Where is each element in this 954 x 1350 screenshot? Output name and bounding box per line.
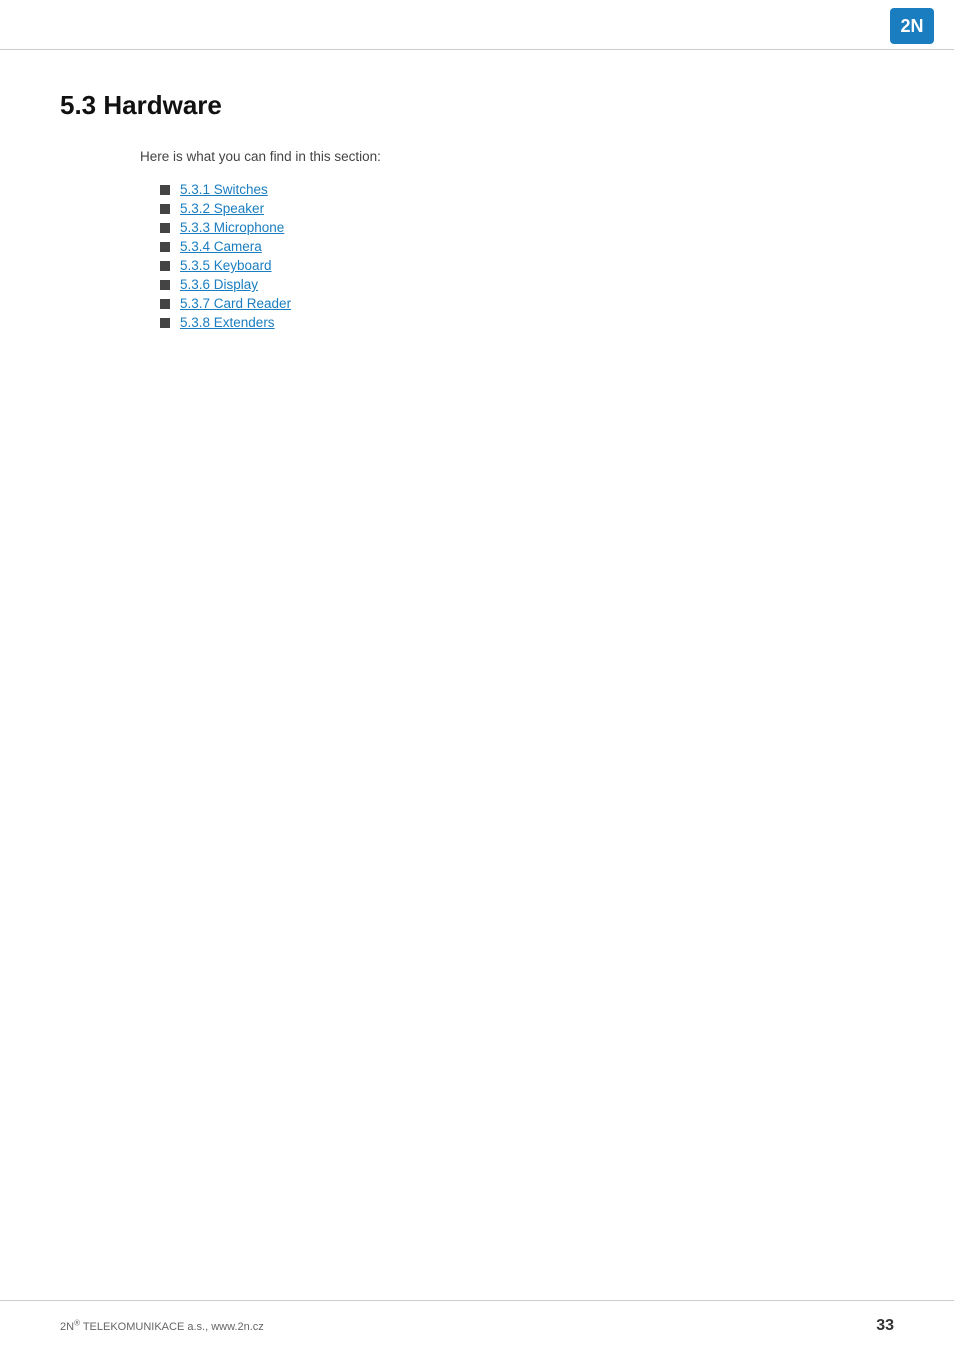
page-number: 33 <box>876 1317 894 1335</box>
footer-brand: 2N® TELEKOMUNIKACE a.s., www.2n.cz <box>60 1321 264 1333</box>
bullet-icon <box>160 223 170 233</box>
list-item: 5.3.2 Speaker <box>160 201 894 216</box>
bullet-icon <box>160 204 170 214</box>
content-area: 5.3 Hardware Here is what you can find i… <box>0 50 954 414</box>
list-item: 5.3.6 Display <box>160 277 894 292</box>
list-item: 5.3.7 Card Reader <box>160 296 894 311</box>
bullet-icon <box>160 299 170 309</box>
intro-text: Here is what you can find in this sectio… <box>140 149 894 164</box>
toc-link-6[interactable]: 5.3.6 Display <box>180 277 258 292</box>
page-container: 2N 5.3 Hardware Here is what you can fin… <box>0 0 954 1350</box>
toc-list: 5.3.1 Switches 5.3.2 Speaker 5.3.3 Microph… <box>160 182 894 330</box>
toc-link-7[interactable]: 5.3.7 Card Reader <box>180 296 291 311</box>
toc-link-5[interactable]: 5.3.5 Keyboard <box>180 258 272 273</box>
footer-left: 2N® TELEKOMUNIKACE a.s., www.2n.cz <box>60 1318 264 1333</box>
bullet-icon <box>160 185 170 195</box>
bullet-icon <box>160 261 170 271</box>
bullet-icon <box>160 318 170 328</box>
list-item: 5.3.8 Extenders <box>160 315 894 330</box>
list-item: 5.3.1 Switches <box>160 182 894 197</box>
logo-text: 2N <box>900 16 923 37</box>
toc-link-4[interactable]: 5.3.4 Camera <box>180 239 262 254</box>
list-item: 5.3.3 Microphone <box>160 220 894 235</box>
toc-link-3[interactable]: 5.3.3 Microphone <box>180 220 284 235</box>
list-item: 5.3.4 Camera <box>160 239 894 254</box>
bullet-icon <box>160 242 170 252</box>
header-bar: 2N <box>0 0 954 50</box>
section-title: 5.3 Hardware <box>60 90 894 121</box>
footer: 2N® TELEKOMUNIKACE a.s., www.2n.cz 33 <box>0 1300 954 1350</box>
bullet-icon <box>160 280 170 290</box>
toc-link-1[interactable]: 5.3.1 Switches <box>180 182 268 197</box>
toc-link-2[interactable]: 5.3.2 Speaker <box>180 201 264 216</box>
toc-link-8[interactable]: 5.3.8 Extenders <box>180 315 275 330</box>
logo-box: 2N <box>890 8 934 44</box>
list-item: 5.3.5 Keyboard <box>160 258 894 273</box>
